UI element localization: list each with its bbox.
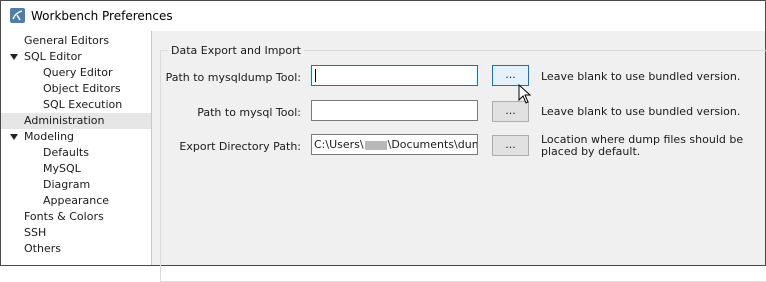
sidebar-item-object-editors[interactable]: Object Editors (1, 81, 151, 97)
sidebar-item-administration[interactable]: Administration (1, 113, 151, 129)
title-bar: Workbench Preferences (1, 1, 765, 31)
redacted-username (364, 140, 387, 150)
sidebar-item-general-editors[interactable]: General Editors (1, 33, 151, 49)
text-caret (315, 69, 316, 82)
expand-arrow-icon[interactable] (10, 134, 18, 140)
preferences-sidebar: General Editors SQL Editor Query Editor … (1, 31, 152, 265)
sidebar-item-label: SQL Editor (24, 50, 82, 63)
sidebar-item-others[interactable]: Others (1, 241, 151, 257)
mysql-path-input[interactable] (311, 100, 478, 121)
sidebar-item-diagram[interactable]: Diagram (1, 177, 151, 193)
export-directory-hint: Location where dump files should be plac… (541, 133, 744, 158)
group-title: Data Export and Import (168, 44, 304, 57)
sidebar-item-label: Diagram (43, 178, 91, 191)
sidebar-item-fonts-colors[interactable]: Fonts & Colors (1, 209, 151, 225)
sidebar-item-label: Object Editors (43, 82, 121, 95)
sidebar-item-defaults[interactable]: Defaults (1, 145, 151, 161)
window-title: Workbench Preferences (31, 9, 173, 23)
sidebar-item-label: Query Editor (43, 66, 113, 79)
sidebar-item-label: Administration (24, 114, 105, 127)
export-directory-browse-button[interactable]: ... (492, 135, 529, 156)
sidebar-item-label: General Editors (24, 34, 110, 47)
sidebar-item-ssh[interactable]: SSH (1, 225, 151, 241)
export-directory-label: Export Directory Path: (179, 140, 301, 153)
sidebar-item-sql-editor[interactable]: SQL Editor (1, 49, 151, 65)
mysqldump-path-input[interactable] (311, 65, 478, 86)
mysql-path-label: Path to mysql Tool: (197, 106, 301, 119)
mysql-hint: Leave blank to use bundled version. (541, 105, 741, 118)
export-directory-input[interactable]: C:\Users\\Documents\dumps (311, 134, 478, 155)
mysql-browse-button[interactable]: ... (492, 101, 529, 122)
expand-arrow-icon[interactable] (10, 54, 18, 60)
sidebar-item-label: SSH (24, 226, 47, 239)
sidebar-item-label: Appearance (43, 194, 110, 207)
sidebar-item-label: Modeling (24, 130, 75, 143)
preferences-window: Workbench Preferences General Editors SQ… (0, 0, 766, 282)
mysqldump-hint: Leave blank to use bundled version. (541, 70, 741, 83)
sidebar-item-query-editor[interactable]: Query Editor (1, 65, 151, 81)
sidebar-item-appearance[interactable]: Appearance (1, 193, 151, 209)
sidebar-item-modeling[interactable]: Modeling (1, 129, 151, 145)
mysql-workbench-icon (10, 8, 25, 23)
sidebar-item-sql-execution[interactable]: SQL Execution (1, 97, 151, 113)
preferences-content: Data Export and Import Path to mysqldump… (152, 31, 766, 282)
sidebar-item-mysql[interactable]: MySQL (1, 161, 151, 177)
mysqldump-browse-button[interactable]: ... (492, 65, 529, 86)
sidebar-item-label: Defaults (43, 146, 89, 159)
sidebar-item-label: SQL Execution (43, 98, 123, 111)
sidebar-item-label: Others (24, 242, 61, 255)
mysqldump-path-label: Path to mysqldump Tool: (165, 71, 301, 84)
mouse-pointer-icon (518, 84, 532, 104)
sidebar-item-label: MySQL (43, 162, 81, 175)
sidebar-item-label: Fonts & Colors (24, 210, 104, 223)
